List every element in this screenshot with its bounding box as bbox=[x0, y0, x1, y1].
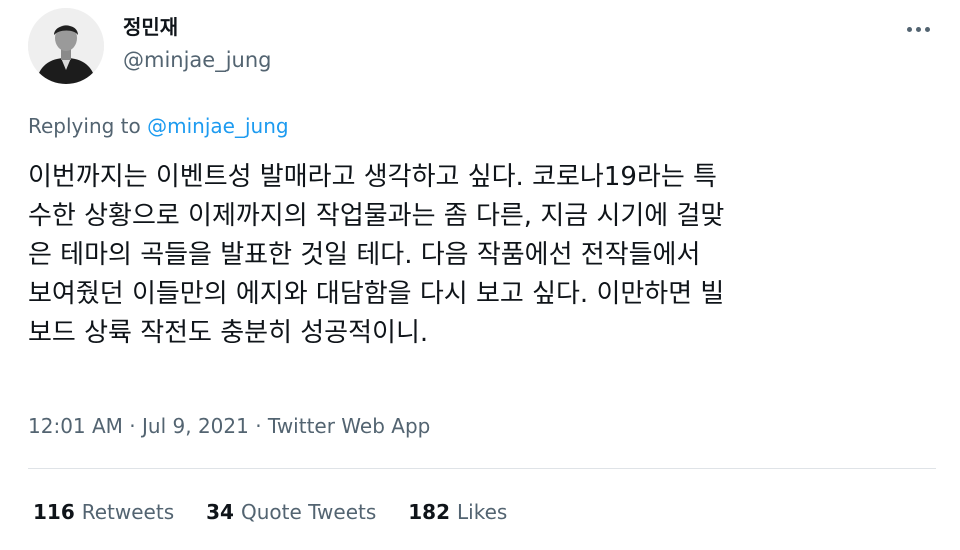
replying-to-label: Replying to bbox=[28, 114, 141, 138]
tweet-source[interactable]: Twitter Web App bbox=[268, 414, 430, 438]
reply-mention-link[interactable]: @minjae_jung bbox=[147, 114, 288, 138]
divider bbox=[28, 468, 936, 469]
tweet-detail: 정민재 @minjae_jung Replying to @minjae_jun… bbox=[0, 0, 960, 550]
retweets-count: 116 bbox=[33, 500, 75, 524]
author-display-name[interactable]: 정민재 bbox=[123, 14, 178, 40]
tweet-meta: 12:01 AM · Jul 9, 2021 · Twitter Web App bbox=[28, 413, 430, 439]
tweet-text: 이번까지는 이벤트성 발매라고 생각하고 싶다. 코로나19라는 특 수한 상황… bbox=[28, 162, 725, 348]
avatar[interactable] bbox=[28, 8, 104, 84]
tweet-time[interactable]: 12:01 AM bbox=[28, 414, 123, 438]
meta-separator: · bbox=[248, 414, 268, 438]
likes-count: 182 bbox=[408, 500, 451, 524]
profile-photo bbox=[28, 8, 104, 84]
tweet-stats: 116 Retweets 34 Quote Tweets 182 Likes bbox=[33, 499, 507, 525]
quote-tweets-stat[interactable]: 34 Quote Tweets bbox=[206, 499, 376, 525]
retweets-label: Retweets bbox=[81, 500, 175, 524]
more-options-icon[interactable] bbox=[898, 18, 938, 40]
quote-tweets-count: 34 bbox=[206, 500, 234, 524]
quote-tweets-label: Quote Tweets bbox=[240, 500, 377, 524]
author-handle[interactable]: @minjae_jung bbox=[123, 47, 272, 73]
retweets-stat[interactable]: 116 Retweets bbox=[33, 499, 174, 525]
likes-label: Likes bbox=[457, 500, 508, 524]
likes-stat[interactable]: 182 Likes bbox=[408, 499, 507, 525]
meta-separator: · bbox=[122, 414, 143, 438]
replying-to: Replying to @minjae_jung bbox=[28, 113, 289, 139]
tweet-date[interactable]: Jul 9, 2021 bbox=[142, 414, 249, 438]
